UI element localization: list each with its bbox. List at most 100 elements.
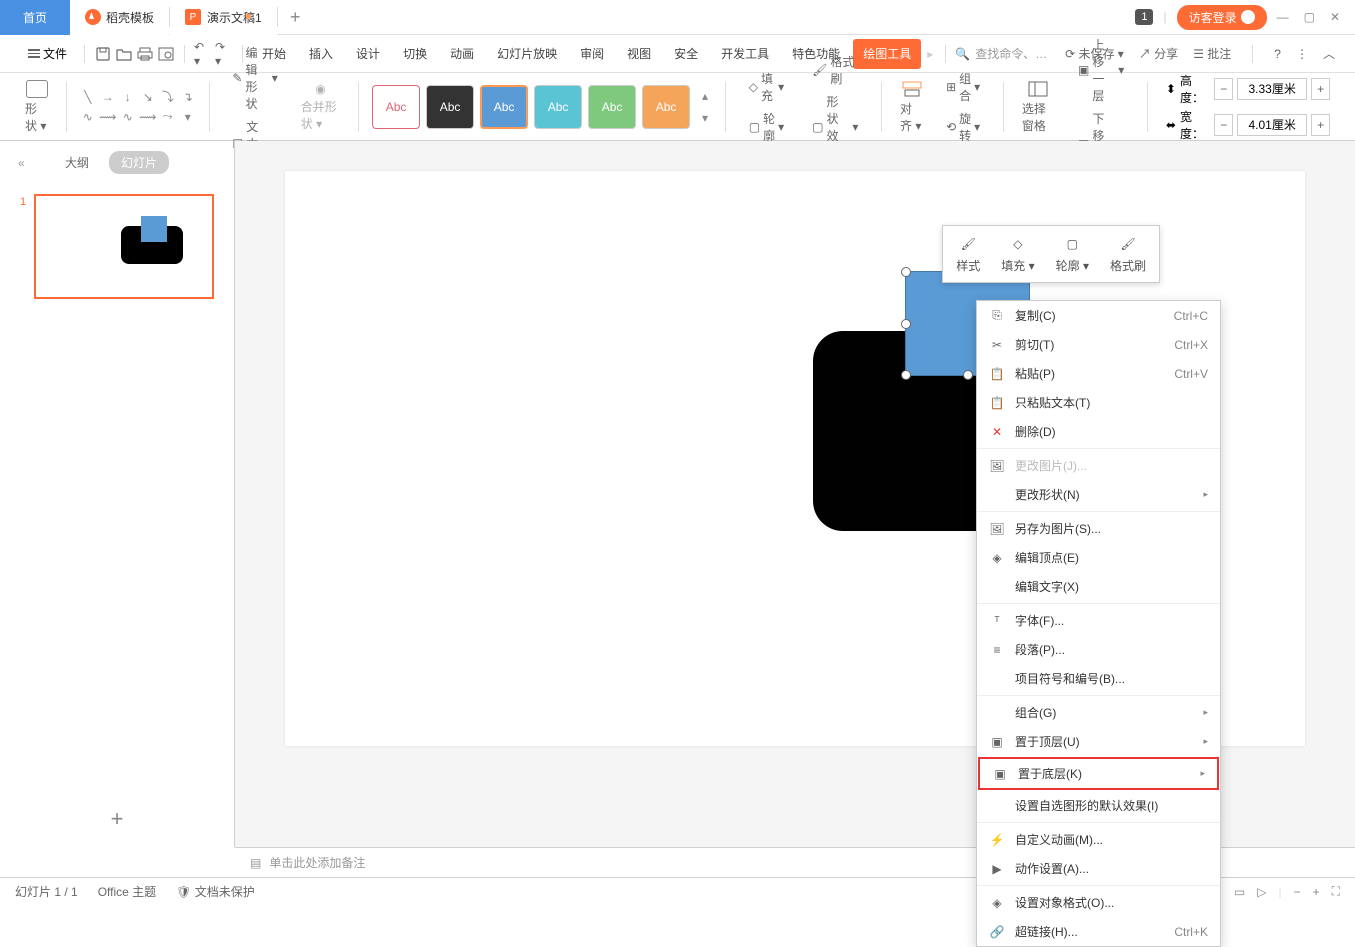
fill-button[interactable]: ◇ 填充 ▾ <box>744 68 789 106</box>
menu-slideshow[interactable]: 幻灯片放映 <box>487 39 567 69</box>
menu-review[interactable]: 审阅 <box>570 39 614 69</box>
help-button[interactable]: ? <box>1274 47 1281 61</box>
close-button[interactable]: ✕ <box>1330 10 1340 24</box>
zoom-in[interactable]: + <box>1313 885 1320 899</box>
merge-shapes-button[interactable]: ◉合并形状 ▾ <box>301 82 341 132</box>
ctx-format-object[interactable]: ◈设置对象格式(O)... <box>977 888 1220 917</box>
minimize-button[interactable]: — <box>1277 10 1289 24</box>
command-search[interactable]: 🔍查找命令、… <box>955 45 1047 62</box>
menu-insert[interactable]: 插入 <box>299 39 343 69</box>
height-increase[interactable]: + <box>1311 78 1330 100</box>
add-slide-button[interactable]: + <box>0 791 234 847</box>
ctx-font[interactable]: ᵀ字体(F)... <box>977 606 1220 635</box>
menu-view[interactable]: 视图 <box>617 39 661 69</box>
protection-status[interactable]: 🛡 文档未保护 <box>176 883 255 900</box>
action-icon: ▶ <box>989 861 1005 877</box>
ctx-paste[interactable]: 📋粘贴(P)Ctrl+V <box>977 359 1220 388</box>
ctx-change-shape[interactable]: 更改形状(N)▸ <box>977 480 1220 509</box>
view-slideshow[interactable]: ▷ <box>1257 885 1266 899</box>
height-input[interactable] <box>1237 78 1307 100</box>
align-button[interactable]: 对齐 ▾ <box>900 80 923 134</box>
style-preset-2[interactable]: Abc <box>426 85 474 129</box>
ctx-edit-points[interactable]: ◈编辑顶点(E) <box>977 543 1220 572</box>
more-button[interactable]: ⋮ <box>1296 47 1308 61</box>
tab-presentation[interactable]: P演示文稿1• <box>170 0 277 35</box>
shape-style-gallery[interactable]: Abc Abc Abc Abc Abc Abc <box>372 85 690 129</box>
outline-tab[interactable]: 大纲 <box>65 154 89 171</box>
print-icon[interactable] <box>136 39 154 69</box>
resize-w[interactable] <box>901 319 911 329</box>
ctx-group[interactable]: 组合(G)▸ <box>977 698 1220 727</box>
rotate-button[interactable]: ⟲ 旋转 ▾ <box>941 108 985 146</box>
style-preset-4[interactable]: Abc <box>534 85 582 129</box>
gallery-up[interactable]: ▴ <box>702 89 708 103</box>
style-preset-5[interactable]: Abc <box>588 85 636 129</box>
connector-gallery[interactable]: ╲→↓↘⤵↴ ∿⟿∿⟿⤳▾ <box>80 89 196 125</box>
ctx-paste-text[interactable]: 📋只粘贴文本(T) <box>977 388 1220 417</box>
notification-badge[interactable]: 1 <box>1135 9 1153 25</box>
menu-transition[interactable]: 切换 <box>393 39 437 69</box>
slides-tab[interactable]: 幻灯片 <box>109 151 169 174</box>
height-decrease[interactable]: − <box>1214 78 1233 100</box>
resize-sw[interactable] <box>901 370 911 380</box>
width-increase[interactable]: + <box>1311 114 1330 136</box>
zoom-out[interactable]: − <box>1294 885 1301 899</box>
open-icon[interactable] <box>115 39 133 69</box>
outline-button[interactable]: ▢ 轮廓 ▾ <box>744 108 789 146</box>
float-painter[interactable]: 🖌格式刷 <box>1102 231 1154 277</box>
menu-devtools[interactable]: 开发工具 <box>711 39 779 69</box>
maximize-button[interactable]: ▢ <box>1304 10 1315 24</box>
ctx-paragraph[interactable]: ≡段落(P)... <box>977 635 1220 664</box>
shapes-dropdown[interactable]: 形状 ▾ <box>25 80 48 134</box>
ctx-send-back[interactable]: ▣置于底层(K)▸ <box>978 757 1219 790</box>
save-icon[interactable] <box>94 39 112 69</box>
collapse-ribbon[interactable]: ︿ <box>1323 45 1335 62</box>
file-menu[interactable]: 文件 <box>20 45 75 62</box>
ctx-edit-text[interactable]: 编辑文字(X) <box>977 572 1220 601</box>
width-input[interactable] <box>1237 114 1307 136</box>
ctx-action-settings[interactable]: ▶动作设置(A)... <box>977 854 1220 883</box>
float-style[interactable]: 🖌样式 <box>948 231 988 277</box>
ctx-cut[interactable]: ✂剪切(T)Ctrl+X <box>977 330 1220 359</box>
ctx-set-default[interactable]: 设置自选图形的默认效果(I) <box>977 791 1220 820</box>
style-preset-3[interactable]: Abc <box>480 85 528 129</box>
gallery-down[interactable]: ▾ <box>702 111 708 125</box>
ctx-custom-animation[interactable]: ⚡自定义动画(M)... <box>977 825 1220 854</box>
ctx-save-as-image[interactable]: 🖼另存为图片(S)... <box>977 514 1220 543</box>
menu-animation[interactable]: 动画 <box>440 39 484 69</box>
ctx-delete[interactable]: ✕删除(D) <box>977 417 1220 446</box>
new-tab-button[interactable]: + <box>278 7 313 28</box>
send-back-icon: ▣ <box>992 766 1008 782</box>
guest-login-button[interactable]: 访客登录 <box>1177 5 1267 30</box>
preview-icon[interactable] <box>157 39 175 69</box>
selection-pane-button[interactable]: 选择窗格 <box>1022 80 1055 134</box>
group-button[interactable]: ⊞ 组合 ▾ <box>941 68 985 106</box>
menu-security[interactable]: 安全 <box>664 39 708 69</box>
resize-s[interactable] <box>963 370 973 380</box>
style-preset-1[interactable]: Abc <box>372 85 420 129</box>
slide-thumbnail-1[interactable] <box>34 194 214 299</box>
float-fill[interactable]: ◇填充 ▾ <box>993 231 1042 277</box>
ctx-change-image: 🖼更改图片(J)... <box>977 451 1220 480</box>
notes-icon: ▤ <box>250 856 261 870</box>
style-preset-6[interactable]: Abc <box>642 85 690 129</box>
ctx-bullets[interactable]: 项目符号和编号(B)... <box>977 664 1220 693</box>
format-painter-button[interactable]: 🖌 格式刷 <box>807 51 863 89</box>
fit-window[interactable]: ⛶ <box>1332 884 1340 899</box>
ctx-bring-front[interactable]: ▣置于顶层(U)▸ <box>977 727 1220 756</box>
tab-home[interactable]: 首页 <box>0 0 70 35</box>
bring-forward-button[interactable]: ▣ 上移一层 ▾ <box>1073 34 1129 106</box>
width-decrease[interactable]: − <box>1214 114 1233 136</box>
view-reading[interactable]: ▭ <box>1234 885 1245 899</box>
resize-nw[interactable] <box>901 267 911 277</box>
menu-design[interactable]: 设计 <box>346 39 390 69</box>
undo-icon[interactable]: ↶ ▾ <box>194 39 212 69</box>
ctx-copy[interactable]: ⎘复制(C)Ctrl+C <box>977 301 1220 330</box>
share-button[interactable]: ↗ 分享 <box>1139 45 1178 62</box>
tab-doke-templates[interactable]: 稻壳模板 <box>70 0 169 35</box>
collapse-sidebar[interactable]: « <box>18 156 25 170</box>
ctx-hyperlink[interactable]: 🔗超链接(H)...Ctrl+K <box>977 917 1220 946</box>
comment-button[interactable]: ☰ 批注 <box>1193 45 1231 62</box>
float-outline[interactable]: ▢轮廓 ▾ <box>1048 231 1097 277</box>
edit-shape-button[interactable]: ✎ 编辑形状 ▾ <box>227 42 282 114</box>
